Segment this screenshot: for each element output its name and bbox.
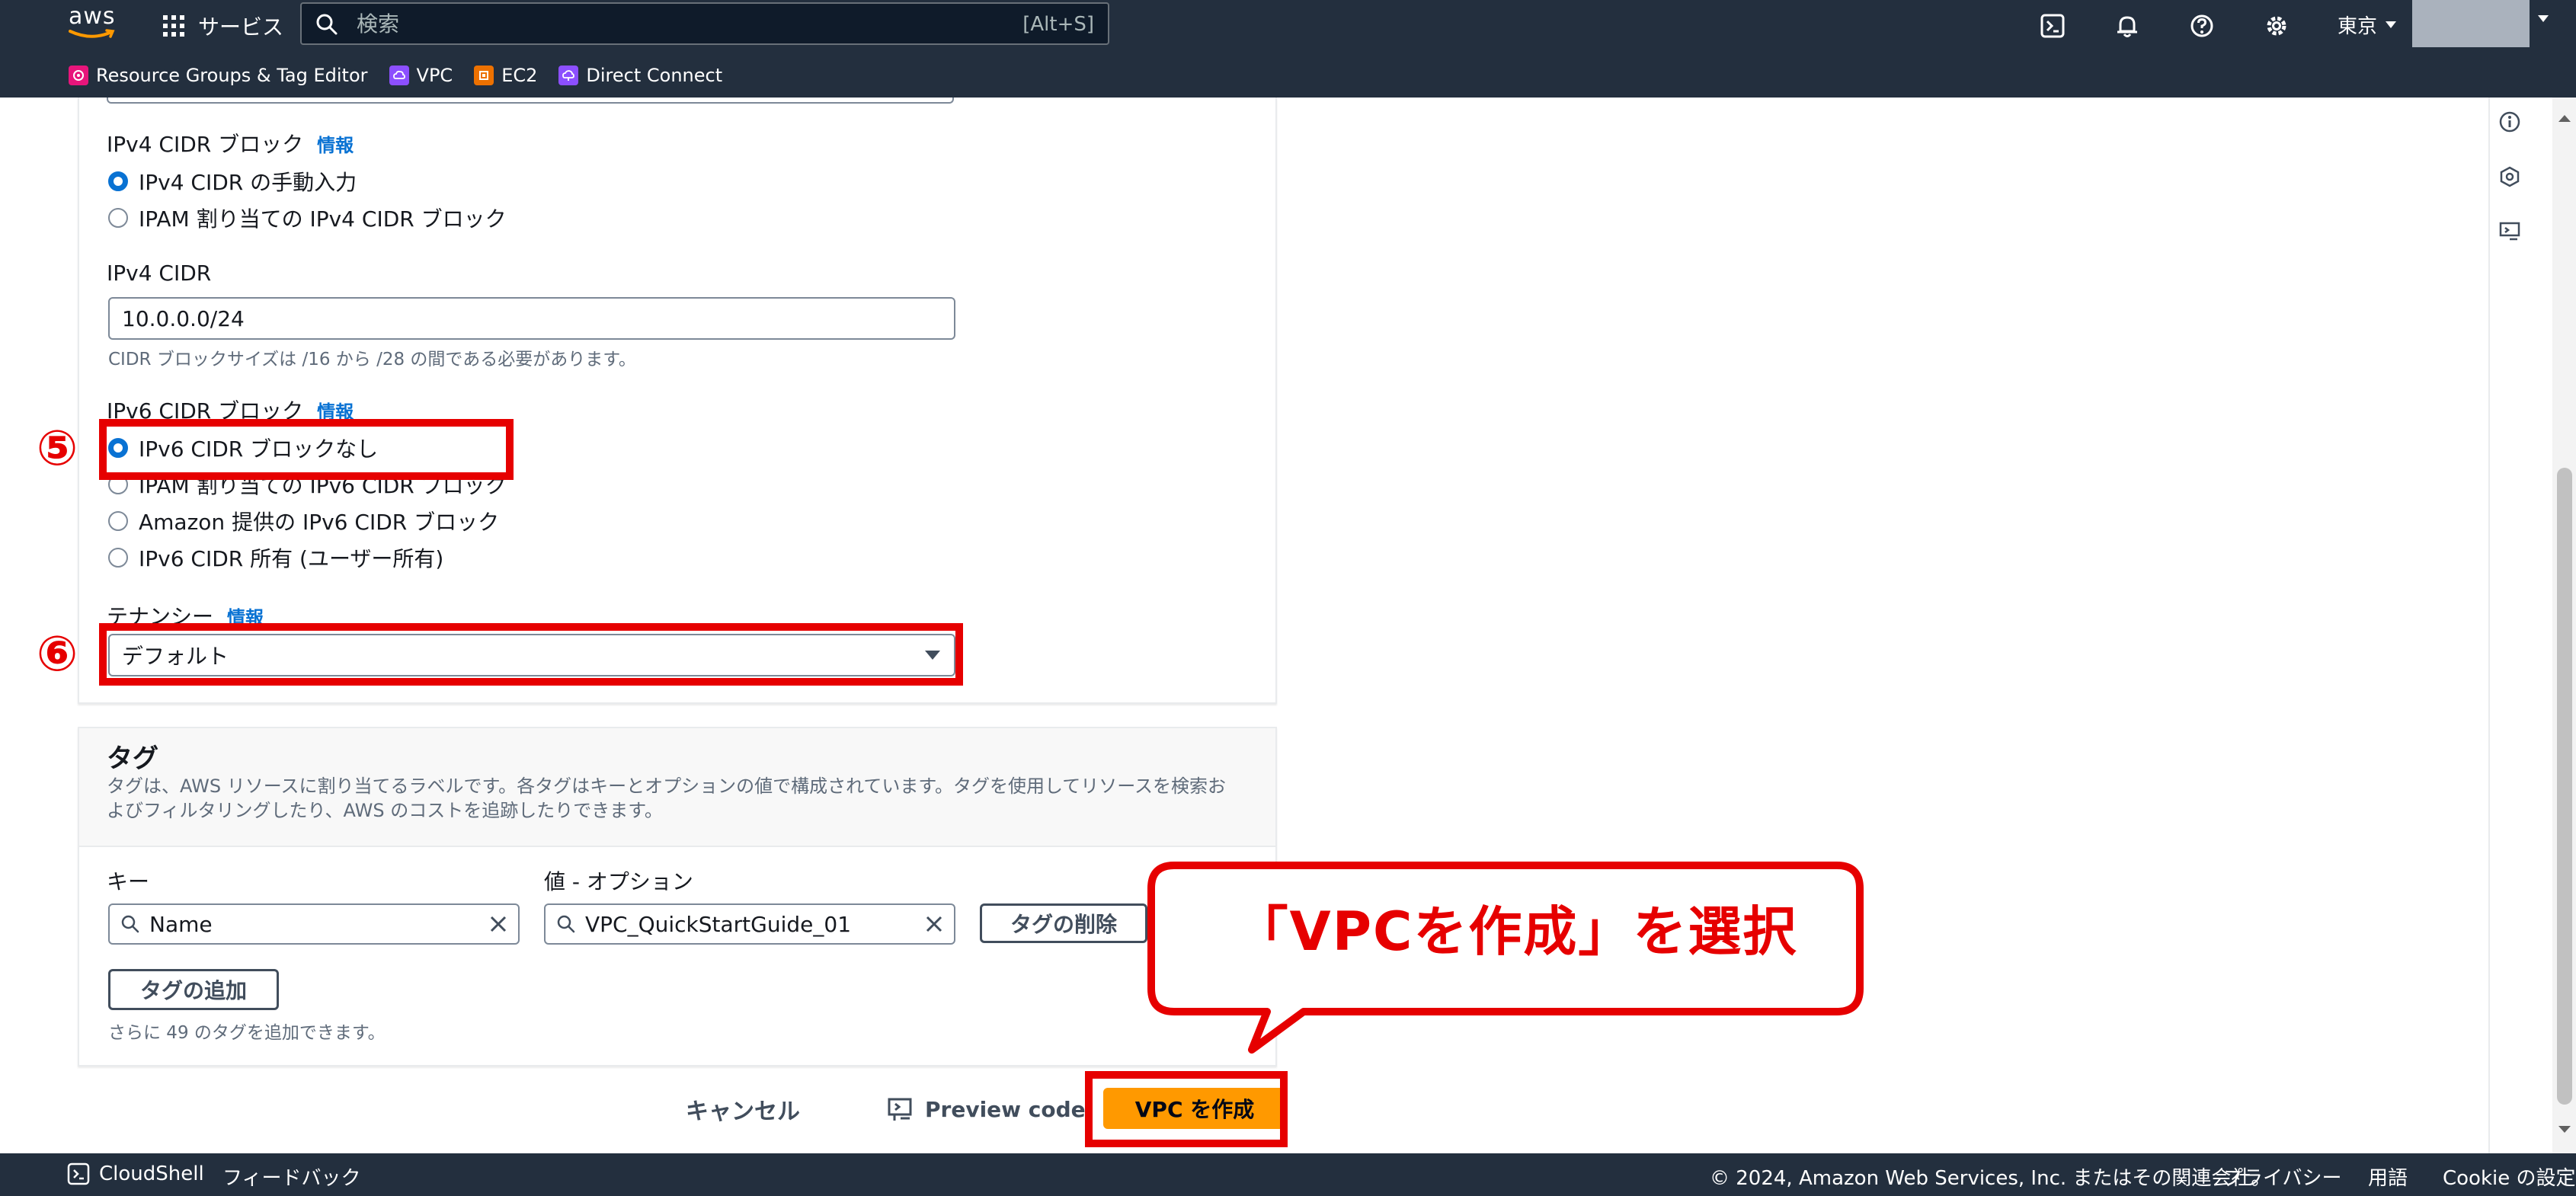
tags-remaining-hint: さらに 49 のタグを追加できます。 bbox=[108, 1023, 386, 1043]
annotation-highlight-tenancy bbox=[99, 623, 963, 686]
tag-value-label: 値 - オプション bbox=[544, 869, 693, 894]
aws-logo[interactable]: aws bbox=[69, 3, 123, 40]
services-menu-button[interactable]: サービス bbox=[162, 6, 283, 46]
favorite-direct-connect[interactable]: Direct Connect bbox=[558, 65, 722, 86]
favorites-bar: Resource Groups & Tag Editor VPC EC2 Dir… bbox=[69, 61, 722, 90]
utility-rail bbox=[2488, 98, 2526, 1155]
ec2-icon bbox=[474, 66, 494, 85]
annotation-callout-text: 「VPCを作成」を選択 bbox=[1234, 900, 1798, 963]
footer-copyright: © 2024, Amazon Web Services, Inc. またはその関… bbox=[1710, 1167, 2271, 1190]
clear-x-icon[interactable] bbox=[925, 915, 943, 933]
region-label: 東京 bbox=[2338, 14, 2378, 38]
cancel-button[interactable]: キャンセル bbox=[686, 1089, 800, 1129]
settings-button[interactable] bbox=[2258, 8, 2295, 44]
cloudshell-button[interactable] bbox=[2034, 8, 2071, 44]
ipv4-cidr-hint: CIDR ブロックサイズは /16 から /28 の間である必要があります。 bbox=[108, 350, 636, 369]
favorite-ec2[interactable]: EC2 bbox=[474, 65, 537, 86]
tag-value-input[interactable]: VPC_QuickStartGuide_01 bbox=[544, 903, 955, 945]
radio-ipv6-amazon[interactable]: Amazon 提供の IPv6 CIDR ブロック bbox=[108, 506, 499, 536]
help-icon bbox=[2190, 14, 2213, 37]
aws-smile-icon bbox=[69, 29, 115, 38]
account-caret-down-icon[interactable] bbox=[2537, 14, 2549, 23]
cloudshell-icon bbox=[67, 1162, 90, 1185]
search-shortcut-hint: [Alt+S] bbox=[1022, 13, 1094, 36]
ipv4-cidr-input[interactable]: 10.0.0.0/24 bbox=[108, 297, 955, 340]
account-menu[interactable] bbox=[2412, 0, 2530, 47]
info-panel-icon[interactable] bbox=[2498, 110, 2522, 134]
scrollbar-thumb[interactable] bbox=[2557, 468, 2572, 1105]
tag-key-label: キー bbox=[107, 869, 150, 894]
radio-ipv6-byoip[interactable]: IPv6 CIDR 所有 (ユーザー所有) bbox=[108, 542, 443, 573]
tag-key-input[interactable]: Name bbox=[108, 903, 520, 945]
radio-label: IPv4 CIDR の手動入力 bbox=[139, 170, 357, 195]
footer-privacy-link[interactable]: プライバシー bbox=[2223, 1162, 2341, 1191]
tags-description: タグは、AWS リソースに割り当てるラベルです。各タグはキーとオプションの値で構… bbox=[107, 775, 1227, 821]
tag-key-value: Name bbox=[149, 911, 213, 937]
settings-icon bbox=[2267, 16, 2286, 36]
code-preview-icon bbox=[888, 1098, 912, 1121]
grid-icon bbox=[163, 15, 184, 37]
bell-icon bbox=[2117, 16, 2137, 37]
radio-button[interactable] bbox=[108, 548, 128, 568]
tags-title: タグ bbox=[107, 744, 158, 774]
remove-tag-button[interactable]: タグの削除 bbox=[980, 903, 1147, 943]
global-search[interactable]: [Alt+S] bbox=[300, 2, 1109, 45]
name-tag-input-edge[interactable] bbox=[107, 98, 954, 104]
annotation-highlight-ipv6 bbox=[99, 419, 514, 480]
preview-code-label: Preview code bbox=[925, 1096, 1086, 1122]
favorite-vpc[interactable]: VPC bbox=[389, 65, 453, 86]
radio-ipv4-manual[interactable]: IPv4 CIDR の手動入力 bbox=[108, 166, 357, 197]
clear-x-icon[interactable] bbox=[489, 915, 507, 933]
radio-label: IPAM 割り当ての IPv4 CIDR ブロック bbox=[139, 206, 507, 232]
scroll-down-arrow-icon[interactable] bbox=[2557, 1124, 2572, 1135]
console-footer: CloudShell フィードバック © 2024, Amazon Web Se… bbox=[0, 1153, 2576, 1196]
footer-cloudshell-label: CloudShell bbox=[99, 1162, 204, 1185]
explore-hexagon-icon[interactable] bbox=[2498, 165, 2522, 189]
search-input[interactable] bbox=[355, 8, 980, 39]
favorite-label: EC2 bbox=[501, 65, 538, 86]
radio-button[interactable] bbox=[108, 208, 128, 228]
annotation-step-5: ⑤ bbox=[37, 421, 78, 477]
radio-button-selected[interactable] bbox=[108, 171, 128, 191]
radio-label: Amazon 提供の IPv6 CIDR ブロック bbox=[139, 510, 500, 535]
notifications-button[interactable] bbox=[2109, 8, 2146, 44]
cloudshell-icon bbox=[2040, 14, 2065, 38]
help-button[interactable] bbox=[2184, 8, 2220, 44]
ipv4-cidr-block-label: IPv4 CIDR ブロック 情報 bbox=[107, 132, 354, 157]
preview-code-button[interactable]: Preview code bbox=[887, 1089, 1086, 1129]
footer-cookie-link[interactable]: Cookie の設定 bbox=[2443, 1162, 2576, 1191]
footer-feedback-link[interactable]: フィードバック bbox=[222, 1162, 360, 1191]
favorite-label: Resource Groups & Tag Editor bbox=[96, 65, 368, 86]
ipv4-block-info-link[interactable]: 情報 bbox=[317, 135, 354, 156]
aws-logo-text: aws bbox=[69, 3, 116, 30]
favorite-label: Direct Connect bbox=[586, 65, 723, 86]
services-label: サービス bbox=[198, 14, 284, 40]
radio-label: IPv6 CIDR 所有 (ユーザー所有) bbox=[139, 546, 444, 571]
feedback-screen-icon[interactable] bbox=[2498, 219, 2522, 244]
radio-ipv4-ipam[interactable]: IPAM 割り当ての IPv4 CIDR ブロック bbox=[108, 203, 507, 233]
search-icon bbox=[316, 14, 338, 35]
ipv4-cidr-value: 10.0.0.0/24 bbox=[122, 305, 245, 331]
caret-down-icon bbox=[2386, 21, 2397, 28]
region-selector[interactable]: 東京 bbox=[2338, 9, 2397, 40]
add-tag-button[interactable]: タグの追加 bbox=[108, 969, 279, 1010]
direct-connect-icon bbox=[558, 66, 579, 85]
resource-groups-icon bbox=[69, 66, 88, 85]
annotation-step-6: ⑥ bbox=[37, 626, 78, 683]
search-icon bbox=[121, 915, 139, 933]
vpc-icon bbox=[389, 66, 409, 85]
favorite-label: VPC bbox=[416, 65, 453, 86]
tag-value-value: VPC_QuickStartGuide_01 bbox=[585, 911, 852, 937]
radio-button[interactable] bbox=[108, 511, 128, 531]
favorite-resource-groups[interactable]: Resource Groups & Tag Editor bbox=[69, 65, 368, 86]
search-icon bbox=[557, 915, 575, 933]
ipv4-cidr-label: IPv4 CIDR bbox=[107, 261, 212, 286]
footer-cloudshell-button[interactable]: CloudShell bbox=[67, 1162, 204, 1185]
footer-terms-link[interactable]: 用語 bbox=[2368, 1162, 2408, 1191]
scroll-up-arrow-icon[interactable] bbox=[2557, 113, 2572, 123]
